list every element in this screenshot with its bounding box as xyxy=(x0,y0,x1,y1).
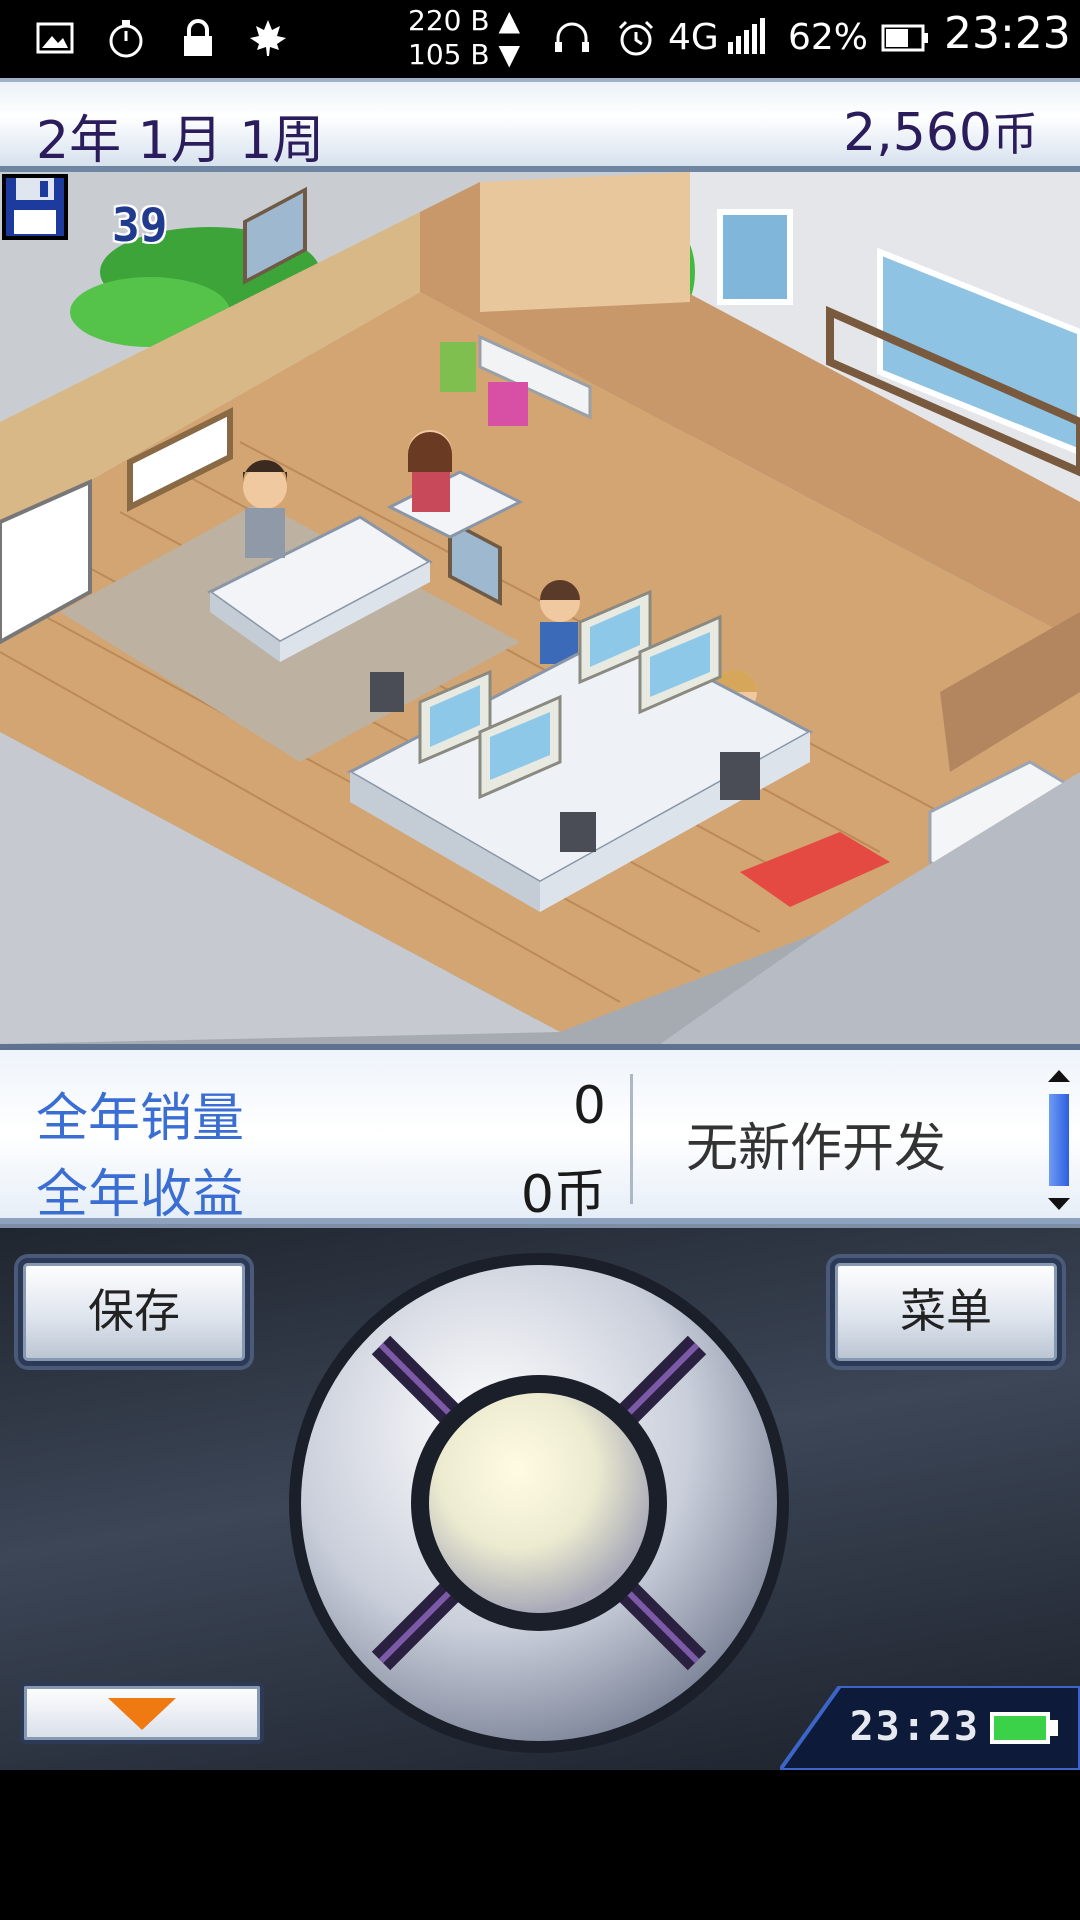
lock-icon xyxy=(184,19,212,56)
office-scene[interactable]: 39 xyxy=(0,172,1080,1044)
alarm-icon xyxy=(618,20,654,56)
stats-divider xyxy=(630,1074,633,1204)
annual-revenue-value: 0币 xyxy=(520,1165,606,1225)
down-arrow-icon xyxy=(108,1698,176,1730)
money-unit: 币 xyxy=(992,107,1038,161)
status-time: 23:23 xyxy=(944,8,1071,59)
annual-revenue-label: 全年收益 xyxy=(36,1165,245,1225)
scroll-up-arrow-icon[interactable] xyxy=(1048,1070,1070,1082)
dpad-left[interactable] xyxy=(300,1394,420,1614)
battery-tip xyxy=(1050,1720,1058,1736)
maple-leaf-icon xyxy=(250,20,286,56)
status-bar: 220 B ▲ 105 B ▼ 4G 62% 23:23 xyxy=(0,0,1080,78)
signal-icon xyxy=(728,18,765,54)
bottom-blank-area xyxy=(0,1770,1080,1920)
game-clock: 23:23 xyxy=(849,1704,980,1750)
save-counter: 39 xyxy=(112,198,168,252)
dpad-up[interactable] xyxy=(430,1264,650,1384)
battery-level-icon xyxy=(990,1712,1050,1744)
game-info-bar: 2年 1月 1周 2,560币 xyxy=(0,78,1080,172)
save-button[interactable]: 保存 xyxy=(18,1258,250,1366)
scroll-thumb[interactable] xyxy=(1049,1094,1069,1186)
floppy-disk-icon xyxy=(2,174,68,240)
news-message: 无新作开发 xyxy=(686,1119,947,1179)
battery-icon xyxy=(881,24,928,52)
headset-icon xyxy=(555,22,589,52)
dpad-right[interactable] xyxy=(660,1394,780,1614)
scroll-down-button[interactable] xyxy=(20,1682,264,1744)
image-icon xyxy=(36,22,74,54)
dpad-down[interactable] xyxy=(430,1624,650,1744)
money-amount: 2,560 xyxy=(843,103,992,163)
dpad-center-button[interactable] xyxy=(440,1404,640,1604)
yearly-stats-panel: 全年销量 0 全年收益 0币 无新作开发 xyxy=(0,1044,1080,1225)
network-type: 4G xyxy=(668,17,719,58)
stopwatch-icon xyxy=(109,20,143,58)
upload-speed: 220 B ▲ xyxy=(408,4,520,37)
battery-percent: 62% xyxy=(788,17,869,58)
virtual-controller: 保存 菜单 23:23 xyxy=(0,1224,1080,1770)
annual-sales-value: 0 xyxy=(572,1076,606,1136)
annual-sales-label: 全年销量 xyxy=(36,1089,245,1149)
money-display: 2,560币 xyxy=(843,98,1038,164)
network-speed: 220 B ▲ 105 B ▼ xyxy=(408,4,520,72)
download-speed: 105 B ▼ xyxy=(408,38,520,71)
scroll-down-arrow-icon[interactable] xyxy=(1048,1198,1070,1210)
news-scrollbar[interactable] xyxy=(1046,1068,1072,1212)
menu-button[interactable]: 菜单 xyxy=(830,1258,1062,1366)
office-scene-art xyxy=(0,172,1080,1044)
game-date: 2年 1月 1周 xyxy=(36,111,325,171)
